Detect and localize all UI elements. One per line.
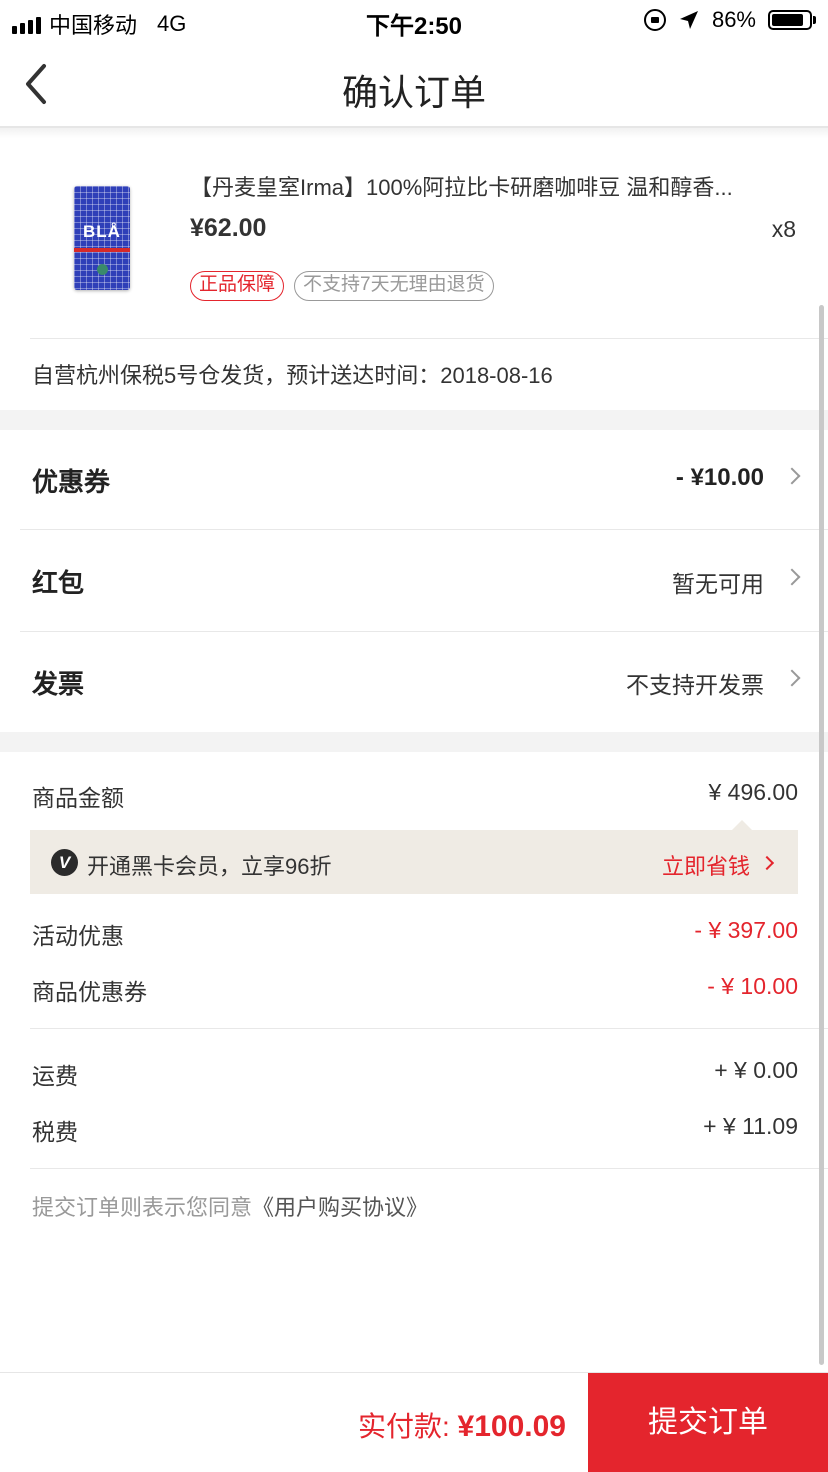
chevron-right-icon	[783, 669, 801, 687]
divider	[30, 1168, 828, 1169]
goods-amount-value: ¥ 496.00	[708, 779, 798, 805]
goods-amount-label: 商品金额	[32, 785, 124, 811]
product-item[interactable]: BLÅ 【丹麦皇室Irma】100%阿拉比卡研磨咖啡豆 温和醇香... ¥62.…	[0, 138, 828, 338]
chevron-right-icon	[759, 855, 775, 871]
invoice-row[interactable]: 发票 不支持开发票	[0, 632, 828, 732]
scrollbar[interactable]	[819, 305, 824, 1365]
shipping-fee-value: + ¥ 0.00	[714, 1057, 798, 1083]
coupon-discount-value: - ¥ 10.00	[707, 973, 798, 999]
divider	[20, 529, 828, 530]
orientation-lock-icon	[643, 9, 666, 31]
coupon-row[interactable]: 优惠券 - ¥10.00	[0, 430, 828, 530]
invoice-label: 发票	[32, 669, 85, 699]
coupon-discount-label: 商品优惠券	[32, 979, 147, 1005]
vip-save-link[interactable]: 立即省钱	[662, 849, 750, 881]
tax-label: 税费	[32, 1119, 78, 1145]
red-packet-value: 暂无可用	[672, 571, 764, 597]
red-packet-label: 红包	[32, 568, 85, 598]
vip-badge-icon: V	[51, 849, 78, 876]
red-packet-row[interactable]: 红包 暂无可用	[0, 531, 828, 631]
product-image: BLÅ	[74, 186, 130, 290]
agreement-text: 提交订单则表示您同意《用户购买协议》	[32, 1190, 428, 1222]
checkout-footer: 实付款: ¥100.09 提交订单	[0, 1372, 828, 1472]
location-arrow-icon	[679, 11, 698, 29]
product-price: ¥62.00	[190, 214, 267, 242]
submit-order-button[interactable]: 提交订单	[588, 1373, 828, 1472]
total-payment-amount: ¥100.09	[457, 1410, 566, 1443]
page-title: 确认订单	[341, 72, 486, 113]
tax-value: + ¥ 11.09	[703, 1113, 798, 1139]
activity-discount-value: - ¥ 397.00	[694, 917, 798, 943]
battery-icon	[768, 10, 816, 30]
chevron-right-icon	[783, 467, 801, 485]
product-tags: 正品保障 不支持7天无理由退货	[190, 271, 494, 301]
nav-bar: 确认订单	[0, 42, 828, 128]
divider	[30, 338, 828, 339]
product-quantity: x8	[771, 216, 796, 242]
divider	[30, 1028, 828, 1029]
authentic-badge: 正品保障	[190, 271, 285, 301]
agreement-prefix: 提交订单则表示您同意	[32, 1195, 253, 1220]
product-image-brand: BLÅ	[83, 222, 121, 241]
vip-promo-text: 开通黑卡会员，立享96折	[87, 854, 332, 879]
no-return-badge: 不支持7天无理由退货	[294, 271, 494, 301]
section-gap	[0, 410, 828, 430]
coupon-label: 优惠券	[32, 467, 111, 497]
invoice-value: 不支持开发票	[626, 672, 764, 698]
chevron-right-icon	[783, 568, 801, 586]
battery-percent: 86%	[711, 7, 756, 32]
vip-banner[interactable]: V 开通黑卡会员，立享96折 立即省钱	[30, 820, 798, 894]
total-payment: 实付款: ¥100.09	[358, 1405, 566, 1445]
coupon-value: - ¥10.00	[675, 464, 764, 491]
nav-shadow	[0, 128, 828, 138]
shipping-info: 自营杭州保税5号仓发货，预计送达时间：2018-08-16	[32, 363, 553, 388]
section-gap	[0, 732, 828, 752]
product-name: 【丹麦皇室Irma】100%阿拉比卡研磨咖啡豆 温和醇香...	[190, 175, 733, 200]
activity-discount-label: 活动优惠	[32, 923, 124, 949]
status-bar: 中国移动 4G 下午2:50 86%	[0, 0, 828, 42]
total-payment-label: 实付款:	[357, 1411, 450, 1442]
shipping-fee-label: 运费	[32, 1063, 78, 1089]
purchase-agreement-link[interactable]: 《用户购买协议》	[252, 1195, 428, 1220]
